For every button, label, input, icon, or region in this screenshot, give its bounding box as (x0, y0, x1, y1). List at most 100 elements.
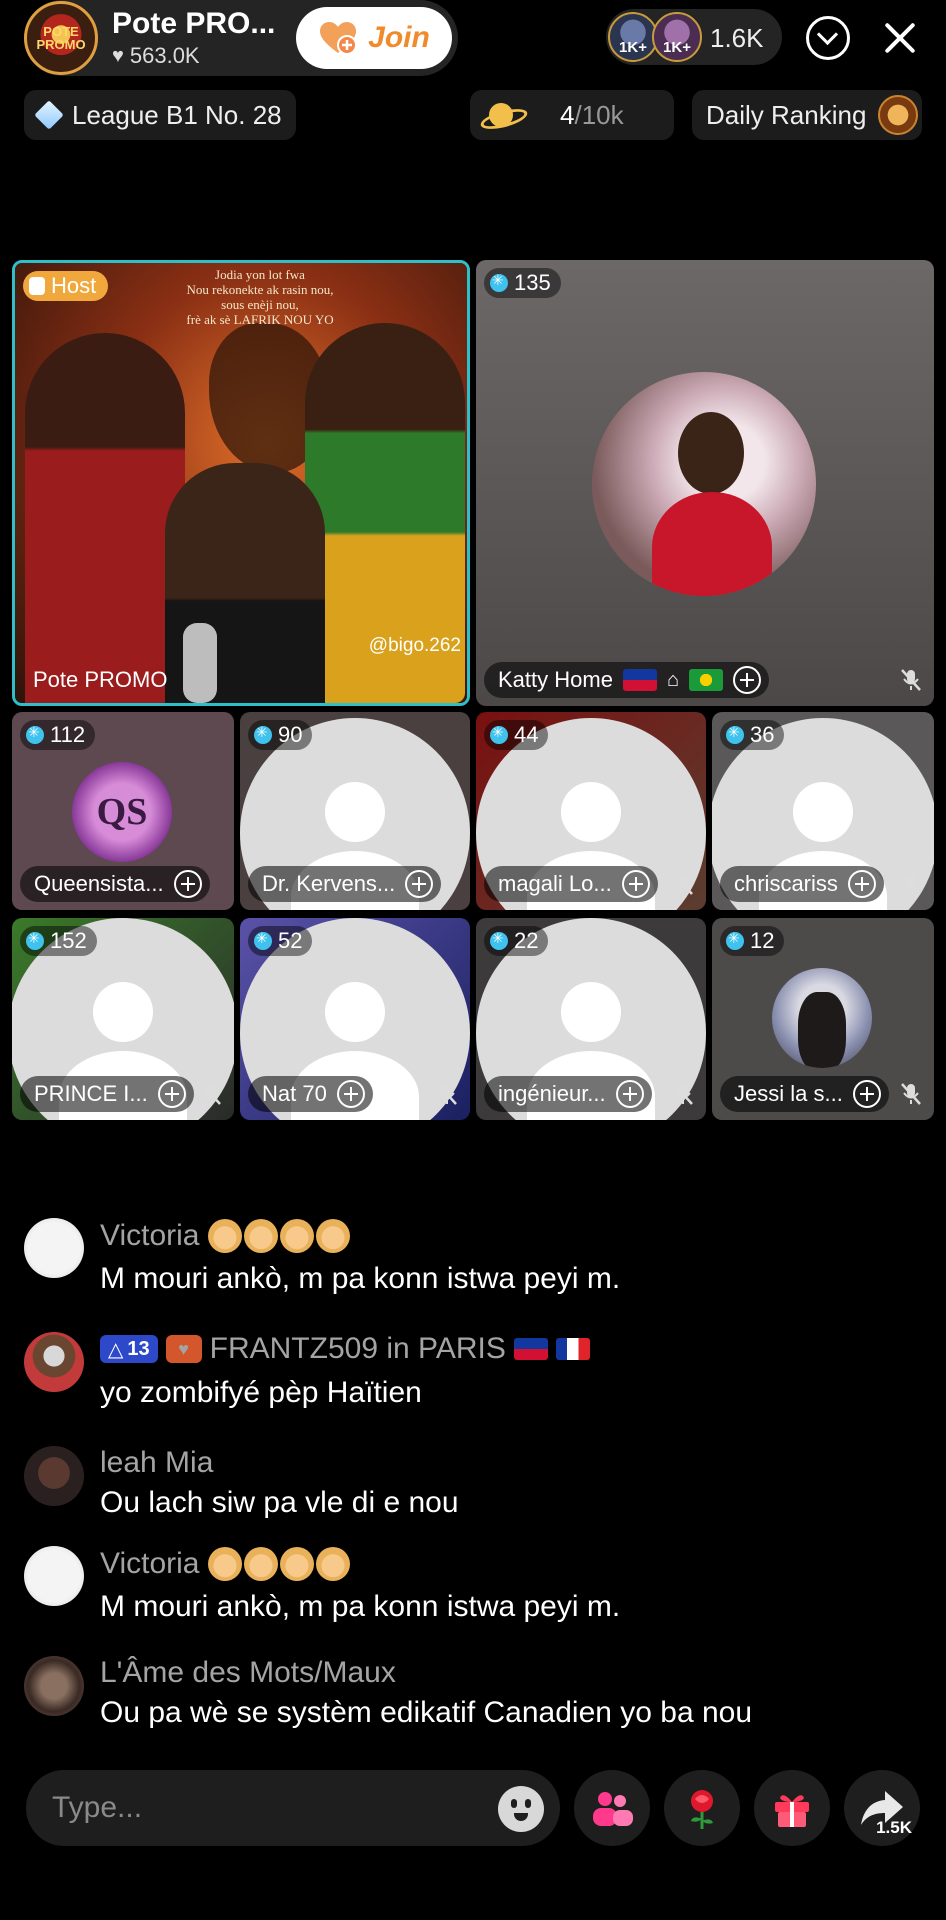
chat-username[interactable]: L'Âme des Mots/Maux (100, 1656, 396, 1690)
viewer-pill[interactable]: 1K+ 1K+ 1.6K (606, 9, 782, 65)
gem-icon (254, 724, 272, 744)
seat-gem-badge: 52 (248, 926, 313, 956)
room-progress-pill[interactable]: 4/10k (470, 90, 674, 140)
guest-seat[interactable]: 52 Nat 70 (240, 918, 470, 1120)
guest-seat[interactable]: 44 magali Lo... (476, 712, 706, 910)
guest-seat[interactable]: QS 112 Queensista... (12, 712, 234, 910)
share-button[interactable]: 1.5K (844, 1770, 920, 1846)
join-button[interactable]: Join (296, 7, 452, 69)
haiti-flag-icon (622, 669, 657, 691)
chat-avatar[interactable] (24, 1546, 84, 1606)
poster-caption: Jodia yon lot fwa Nou rekonekte ak rasin… (186, 267, 334, 327)
follow-plus-icon[interactable] (621, 870, 650, 898)
seat-name: ingénieur... (498, 1081, 606, 1106)
follow-plus-icon[interactable] (336, 1080, 365, 1108)
comment-input-pill[interactable] (26, 1770, 560, 1846)
seat-gem-badge: 90 (248, 720, 313, 750)
seat-name-pill[interactable]: ingénieur... (484, 1076, 652, 1112)
face-emoji-icon (207, 1546, 352, 1582)
seat-gem-badge: 36 (720, 720, 785, 750)
follow-plus-icon[interactable] (847, 870, 876, 898)
queen-figure-left (25, 333, 185, 703)
seat-name-pill[interactable]: Queensista... (20, 866, 210, 902)
chat-username[interactable]: leah Mia (100, 1446, 213, 1480)
seat-name: Katty Home (498, 667, 613, 692)
chat-text: M mouri ankò, m pa konn istwa peyi m. (100, 1590, 621, 1623)
seat-gem-badge: 112 (20, 720, 96, 750)
seat-name-pill[interactable]: Nat 70 (248, 1076, 373, 1112)
host-badge: Host (23, 271, 109, 301)
rose-gift-button[interactable] (664, 1770, 740, 1846)
host-likes: ♥ 563.0K (112, 43, 292, 69)
chat-avatar[interactable] (24, 1656, 84, 1716)
chat-username[interactable]: Victoria (100, 1218, 352, 1254)
gem-icon (726, 724, 744, 744)
people-icon (593, 1792, 633, 1826)
france-flag-icon (555, 1338, 590, 1360)
comment-input[interactable] (52, 1784, 472, 1832)
guest-seat[interactable]: 22 ingénieur... (476, 918, 706, 1120)
level-badge: △ 13 (100, 1335, 158, 1363)
follow-plus-icon[interactable] (405, 870, 434, 898)
seat-name: Dr. Kervens... (262, 871, 396, 896)
join-label: Join (368, 21, 430, 54)
mute-icon (900, 1082, 922, 1106)
mute-icon (200, 1082, 222, 1106)
mute-icon (900, 872, 922, 896)
host-seat[interactable]: Jodia yon lot fwa Nou rekonekte ak rasin… (12, 260, 470, 706)
seat-name-pill[interactable]: chriscariss (720, 866, 884, 902)
guest-avatar (592, 372, 816, 596)
mute-icon (436, 1082, 458, 1106)
close-icon[interactable] (878, 16, 922, 60)
host-avatar[interactable]: POTE PROMO (24, 1, 98, 75)
seat-name-pill[interactable]: PRINCE I... (20, 1076, 194, 1112)
guest-seat[interactable]: 135 Katty Home ⌂ (476, 260, 934, 706)
chat-username[interactable]: Victoria (100, 1546, 352, 1582)
brazil-flag-icon (689, 669, 724, 691)
follow-plus-icon[interactable] (852, 1080, 881, 1108)
guest-seat[interactable]: 90 Dr. Kervens... (240, 712, 470, 910)
seat-name: Queensista... (34, 871, 164, 896)
emoji-icon[interactable] (498, 1786, 544, 1832)
daily-ranking-button[interactable]: Daily Ranking (692, 90, 922, 140)
chevron-down-icon[interactable] (806, 16, 850, 60)
chat-avatar[interactable] (24, 1332, 84, 1392)
top-viewer-avatar[interactable]: 1K+ (608, 12, 658, 62)
follow-plus-icon[interactable] (173, 870, 202, 898)
guest-seat[interactable]: 12 Jessi la s... (712, 918, 934, 1120)
haiti-flag-icon (513, 1338, 548, 1360)
seat-name-pill[interactable]: Dr. Kervens... (248, 866, 442, 902)
gem-icon (490, 724, 508, 744)
league-badge[interactable]: League B1 No. 28 (24, 90, 296, 140)
share-count: 1.5K (876, 1818, 912, 1837)
seat-name-pill[interactable]: magali Lo... (484, 866, 658, 902)
host-likes-count: 563.0K (129, 43, 200, 68)
seat-name: Jessi la s... (734, 1081, 843, 1106)
chat-text: M mouri ankò, m pa konn istwa peyi m. (100, 1262, 621, 1295)
face-emoji-icon (207, 1218, 352, 1254)
chat-avatar[interactable] (24, 1218, 84, 1278)
gift-button[interactable] (754, 1770, 830, 1846)
follow-plus-icon[interactable] (157, 1080, 186, 1108)
seat-gem-badge: 152 (20, 926, 97, 956)
gem-icon (490, 930, 508, 950)
seat-name-pill[interactable]: Jessi la s... (720, 1076, 889, 1112)
chat-username[interactable]: △ 13 ♥ FRANTZ509 in PARIS (100, 1332, 590, 1366)
follow-plus-icon[interactable] (615, 1080, 644, 1108)
watermark: @bigo.262 (368, 635, 461, 656)
people-button[interactable] (574, 1770, 650, 1846)
seat-name-pill[interactable]: Katty Home ⌂ (484, 662, 770, 698)
seat-name: PRINCE I... (34, 1081, 148, 1106)
league-label: League B1 No. 28 (72, 99, 282, 130)
host-profile-pill[interactable]: POTE PROMO Pote PRO... ♥ 563.0K Join (24, 0, 458, 76)
chat-text: Ou lach siw pa vle di e nou (100, 1486, 459, 1519)
seat-gem-badge: 22 (484, 926, 549, 956)
top-viewer-avatar[interactable]: 1K+ (652, 12, 702, 62)
gem-icon (726, 930, 744, 950)
chat-message: Victoria M mouri ankò, m pa konn istwa p… (24, 1546, 924, 1632)
chat-avatar[interactable] (24, 1446, 84, 1506)
guest-avatar: QS (72, 762, 172, 862)
follow-plus-icon[interactable] (733, 666, 762, 694)
guest-seat[interactable]: 36 chriscariss (712, 712, 934, 910)
guest-seat[interactable]: 152 PRINCE I... (12, 918, 234, 1120)
